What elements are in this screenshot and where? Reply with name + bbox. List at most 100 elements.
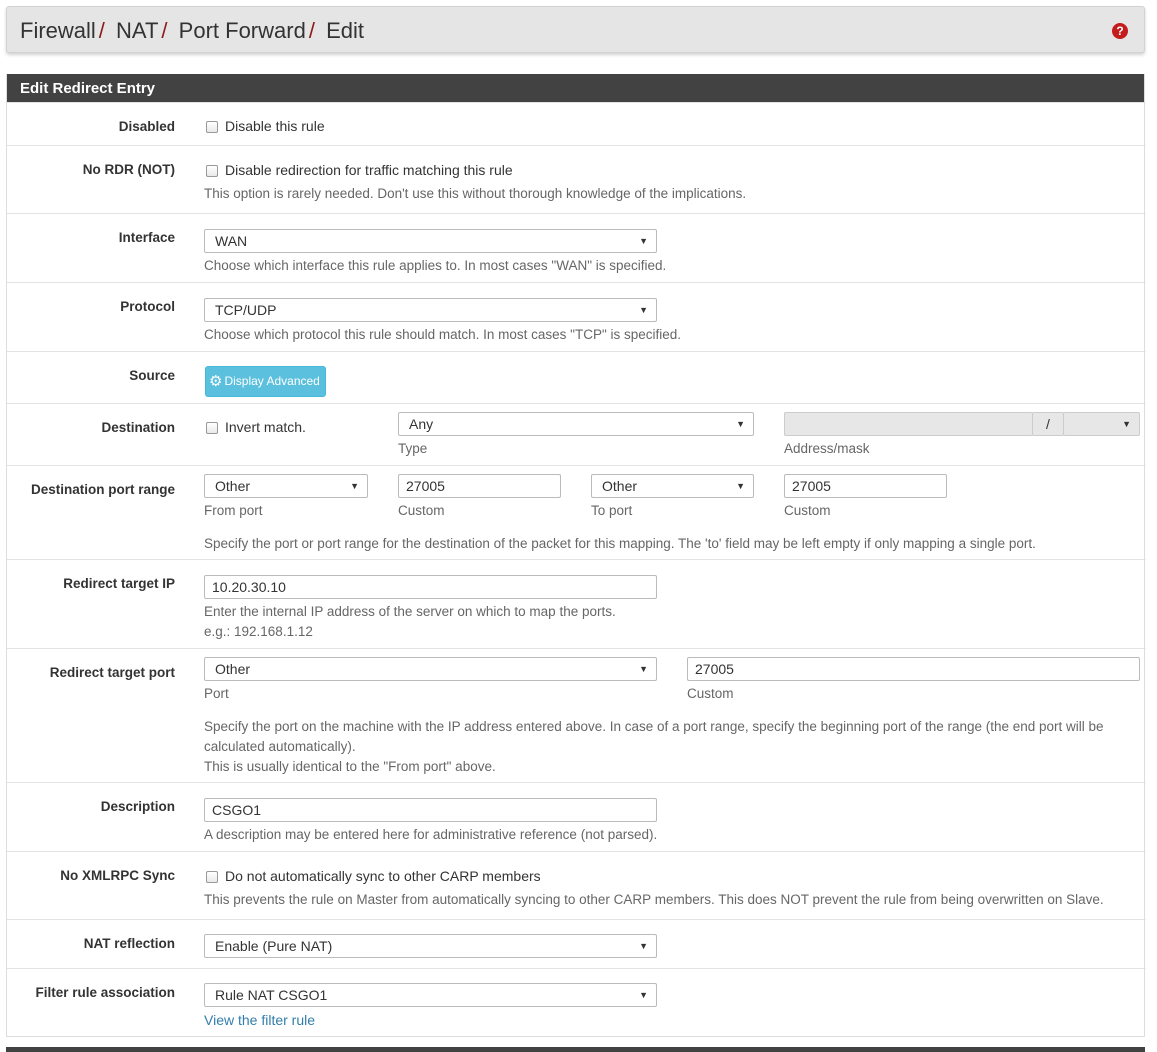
redirect-port-help: Specify the port on the machine with the… — [204, 719, 1104, 734]
source-label: Source — [129, 368, 175, 383]
row-redirect-ip: Redirect target IP 10.20.30.10 Enter the… — [7, 559, 1146, 648]
row-nat-reflection: NAT reflection Enable (Pure NAT) ▼ — [7, 919, 1146, 968]
xmlrpc-checkbox[interactable] — [206, 871, 218, 883]
row-redirect-port: Redirect target port Other ▼ Port 27005 … — [7, 648, 1146, 782]
redirect-port-help-2: calculated automatically). — [204, 739, 356, 754]
destination-address-input — [784, 412, 1033, 436]
from-custom-label: Custom — [398, 503, 445, 518]
nordr-checkbox[interactable] — [206, 165, 218, 177]
display-advanced-label: Display Advanced — [224, 374, 320, 388]
nat-reflection-value: Enable (Pure NAT) — [215, 938, 333, 954]
redirect-port-custom-input[interactable]: 27005 — [687, 657, 1140, 681]
redirect-port-label: Redirect target port — [49, 665, 175, 680]
breadcrumb-edit: Edit — [326, 18, 364, 43]
to-port-select[interactable]: Other ▼ — [591, 474, 754, 498]
nordr-checkbox-text[interactable]: Disable redirection for traffic matching… — [225, 162, 513, 178]
nordr-help: This option is rarely needed. Don't use … — [204, 186, 747, 201]
interface-select[interactable]: WAN ▼ — [204, 229, 657, 253]
row-nordr: No RDR (NOT) Disable redirection for tra… — [7, 145, 1146, 213]
redirect-port-custom-label: Custom — [687, 686, 734, 701]
filter-rule-select[interactable]: Rule NAT CSGO1 ▼ — [204, 983, 657, 1007]
nat-reflection-label: NAT reflection — [83, 936, 175, 951]
panel-title: Edit Redirect Entry — [7, 74, 1144, 102]
dest-port-range-help: Specify the port or port range for the d… — [204, 536, 1036, 551]
disabled-checkbox[interactable] — [206, 121, 218, 133]
protocol-select[interactable]: TCP/UDP ▼ — [204, 298, 657, 322]
chevron-down-icon: ▼ — [1122, 419, 1131, 429]
row-protocol: Protocol TCP/UDP ▼ Choose which protocol… — [7, 282, 1146, 351]
redirect-ip-example: e.g.: 192.168.1.12 — [204, 624, 313, 639]
filter-rule-label: Filter rule association — [35, 985, 175, 1000]
breadcrumb-separator: / — [161, 18, 168, 43]
disabled-checkbox-text[interactable]: Disable this rule — [225, 118, 325, 134]
invert-match-checkbox[interactable] — [206, 422, 218, 434]
filter-rule-value: Rule NAT CSGO1 — [215, 987, 328, 1003]
row-destination: Destination Invert match. Any ▼ Type / ▼… — [7, 403, 1146, 465]
address-mask-label: Address/mask — [784, 441, 870, 456]
row-disabled: Disabled Disable this rule — [7, 102, 1146, 145]
view-filter-rule-link[interactable]: View the filter rule — [204, 1012, 315, 1028]
redirect-ip-label: Redirect target IP — [63, 576, 175, 591]
breadcrumb-firewall[interactable]: Firewall — [20, 18, 96, 43]
chevron-down-icon: ▼ — [639, 990, 648, 1000]
xmlrpc-label: No XMLRPC Sync — [60, 868, 175, 883]
display-advanced-button[interactable]: ⚙ Display Advanced — [205, 366, 326, 397]
breadcrumb-bar: Firewall / NAT / Port Forward / Edit ? — [6, 6, 1145, 53]
breadcrumb: Firewall / NAT / Port Forward / Edit — [20, 18, 364, 44]
to-port-value: Other — [602, 478, 638, 494]
edit-redirect-panel: Edit Redirect Entry Disabled Disable thi… — [6, 74, 1146, 1037]
destination-type-label: Type — [398, 441, 428, 456]
redirect-ip-help: Enter the internal IP address of the ser… — [204, 604, 616, 619]
description-input[interactable]: CSGO1 — [204, 798, 657, 822]
row-dest-port-range: Destination port range Other ▼ From port… — [7, 465, 1146, 559]
row-interface: Interface WAN ▼ Choose which interface t… — [7, 213, 1146, 282]
breadcrumb-nat[interactable]: NAT — [116, 18, 158, 43]
next-panel-heading — [6, 1047, 1145, 1052]
breadcrumb-port-forward[interactable]: Port Forward — [179, 18, 306, 43]
row-description: Description CSGO1 A description may be e… — [7, 782, 1146, 851]
to-custom-label: Custom — [784, 503, 831, 518]
mask-separator-text: / — [1046, 416, 1050, 432]
breadcrumb-separator: / — [98, 18, 105, 43]
protocol-select-value: TCP/UDP — [215, 302, 277, 318]
chevron-down-icon: ▼ — [639, 236, 648, 246]
interface-select-value: WAN — [215, 233, 248, 249]
from-port-custom-input[interactable]: 27005 — [398, 474, 561, 498]
destination-label: Destination — [101, 420, 175, 435]
description-help: A description may be entered here for ad… — [204, 827, 658, 842]
redirect-port-select[interactable]: Other ▼ — [204, 657, 657, 681]
disabled-label: Disabled — [118, 119, 175, 134]
chevron-down-icon: ▼ — [639, 941, 648, 951]
interface-help: Choose which interface this rule applies… — [204, 258, 667, 273]
question-circle-icon[interactable]: ? — [1112, 23, 1128, 39]
from-port-label: From port — [204, 503, 263, 518]
chevron-down-icon: ▼ — [639, 664, 648, 674]
destination-type-value: Any — [409, 416, 434, 432]
redirect-ip-input[interactable]: 10.20.30.10 — [204, 575, 657, 599]
redirect-port-value: Other — [215, 661, 251, 677]
to-port-custom-input[interactable]: 27005 — [784, 474, 947, 498]
to-port-label: To port — [591, 503, 633, 518]
nat-reflection-select[interactable]: Enable (Pure NAT) ▼ — [204, 934, 657, 958]
chevron-down-icon: ▼ — [736, 481, 745, 491]
destination-mask-select: ▼ — [1063, 412, 1140, 436]
from-port-value: Other — [215, 478, 251, 494]
protocol-label: Protocol — [120, 299, 175, 314]
xmlrpc-checkbox-text[interactable]: Do not automatically sync to other CARP … — [225, 868, 541, 884]
chevron-down-icon: ▼ — [736, 419, 745, 429]
row-source: Source ⚙ Display Advanced — [7, 351, 1146, 403]
row-filter-rule: Filter rule association Rule NAT CSGO1 ▼… — [7, 968, 1146, 1037]
redirect-port-port-label: Port — [204, 686, 229, 701]
protocol-help: Choose which protocol this rule should m… — [204, 327, 682, 342]
destination-type-select[interactable]: Any ▼ — [398, 412, 754, 436]
breadcrumb-separator: / — [308, 18, 315, 43]
gear-icon: ⚙ — [209, 373, 223, 390]
xmlrpc-help: This prevents the rule on Master from au… — [204, 892, 1104, 907]
chevron-down-icon: ▼ — [639, 305, 648, 315]
invert-match-text[interactable]: Invert match. — [225, 419, 306, 435]
mask-separator: / — [1032, 412, 1064, 436]
row-xmlrpc: No XMLRPC Sync Do not automatically sync… — [7, 851, 1146, 919]
from-port-select[interactable]: Other ▼ — [204, 474, 368, 498]
redirect-port-help-3: This is usually identical to the "From p… — [204, 759, 496, 774]
chevron-down-icon: ▼ — [350, 481, 359, 491]
